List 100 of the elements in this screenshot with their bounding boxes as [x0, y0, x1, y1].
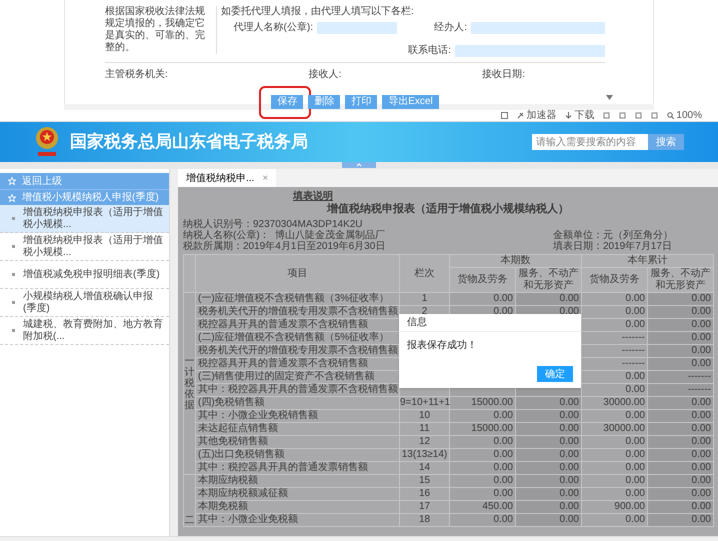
field-label: 代理人名称(公章): — [232, 20, 313, 35]
window-icon[interactable] — [501, 112, 508, 119]
dialog-title: 信息 — [399, 314, 581, 332]
zoom-icon — [667, 112, 674, 119]
table-cell: 0.00 — [626, 371, 645, 382]
action-button[interactable]: 导出Excel — [382, 95, 439, 109]
info-text: 纳税人识别号：92370304MA3DP14K2U — [183, 219, 363, 230]
info-text: 纳税人名称(公章)： 博山八陡金茂金属制品厂 — [183, 230, 386, 241]
table-cell: 税务机关代开的增值税专用发票不含税销售额 — [196, 306, 400, 318]
input-field[interactable] — [317, 22, 397, 34]
toolbar-button[interactable]: 100% — [667, 110, 702, 122]
table-cell: 0.00 — [626, 436, 645, 447]
table-cell: 0.00 — [626, 410, 645, 421]
table-cell: 0.00 — [494, 436, 513, 447]
table-cell: 0.00 — [692, 514, 711, 525]
table-cell: 其中：税控器具开具的普通发票销售额 — [196, 462, 400, 474]
search-button[interactable]: 搜索 — [648, 134, 684, 150]
column-header: 服务、不动产和无形资产 — [516, 268, 582, 292]
table-cell: 0.00 — [692, 462, 711, 473]
table-cell: 30000.00 — [603, 397, 645, 408]
sidebar-item[interactable]: 小规模纳税人增值税确认申报(季度) — [0, 289, 169, 317]
table-cell: 0.00 — [494, 475, 513, 486]
table-cell: 14 — [418, 462, 430, 473]
column-header: 服务、不动产和无形资产 — [648, 268, 714, 292]
search-field[interactable]: 请输入需要搜索的内容 — [532, 134, 648, 150]
table-cell: ------- — [688, 384, 711, 395]
sidebar-item[interactable]: 增值税纳税申报表（适用于增值税小规模... — [0, 205, 169, 233]
table-cell: 其中：小微企业免税销售额 — [196, 410, 400, 422]
field-label: 主管税务机关: — [105, 68, 168, 82]
input-field[interactable] — [455, 44, 605, 56]
field-label: 联系电话: — [407, 44, 451, 58]
toolbar-button[interactable]: 下载 — [565, 110, 594, 122]
confirm-button[interactable]: 确定 — [537, 366, 573, 382]
bullet-icon — [12, 245, 15, 248]
table-cell: 12 — [418, 436, 430, 447]
table-cell: (三)销售使用过的固定资产不含税销售额 — [196, 370, 400, 384]
table-cell: 0.00 — [560, 436, 579, 447]
table-cell: (五)出口免税销售额 — [196, 448, 400, 462]
instructions-link[interactable]: 填表说明 — [293, 191, 713, 203]
star-icon — [8, 177, 16, 185]
collapse-tab-icon[interactable] — [342, 162, 376, 168]
table-cell: 0.00 — [692, 293, 711, 304]
scroll-down-icon[interactable] — [606, 95, 612, 100]
back-link[interactable]: 返回上级 — [0, 173, 169, 189]
table-cell: 0.00 — [692, 423, 711, 434]
bullet-icon — [12, 329, 15, 332]
table-cell: 0.00 — [692, 501, 711, 512]
action-button[interactable]: 保存 — [271, 95, 304, 109]
table-cell: 15 — [418, 475, 430, 486]
bullet-icon — [12, 217, 15, 220]
table-cell: 0.00 — [560, 423, 579, 434]
star-icon — [8, 194, 16, 202]
table-cell: 0.00 — [692, 488, 711, 499]
column-header: 本年累计 — [582, 254, 714, 268]
action-button[interactable]: 删除 — [308, 95, 340, 109]
table-cell: 其中：小微企业免税额 — [196, 514, 400, 526]
table-cell: 2 — [422, 306, 428, 317]
table-cell: 0.00 — [494, 514, 513, 525]
table-cell: 900.00 — [614, 501, 645, 512]
tab[interactable]: 增值税纳税申... × — [178, 169, 276, 187]
table-cell: 0.00 — [692, 449, 711, 460]
site-title: 国家税务总局山东省电子税务局 — [70, 131, 308, 154]
table-cell: 0.00 — [560, 462, 579, 473]
table-cell: 0.00 — [626, 462, 645, 473]
table-cell: 0.00 — [626, 488, 645, 499]
toolbar-button[interactable]: 加速器 — [517, 110, 556, 122]
table-cell: 其中：税控器具开具的普通发票不含税销售额 — [196, 384, 400, 396]
report-title: 增值税纳税申报表（适用于增值税小规模纳税人） — [327, 203, 569, 216]
column-header: 栏次 — [400, 254, 450, 292]
table-cell: 税务机关代开的增值税专用发票不含税销售额 — [196, 344, 400, 358]
table-cell: 未达起征点销售额 — [196, 422, 400, 436]
table-cell: 0.00 — [560, 475, 579, 486]
info-text: 税款所属期：2019年4月1日至2019年6月30日 — [183, 241, 386, 252]
table-cell: 18 — [418, 514, 430, 525]
table-cell: 0.00 — [494, 488, 513, 499]
table-cell: (二)应征增值税不含税销售额（5%征收率） — [196, 332, 400, 344]
section-label: 二 — [184, 515, 194, 526]
bullet-icon — [12, 273, 15, 276]
table-cell: ------- — [622, 332, 645, 343]
table-cell: 15000.00 — [471, 423, 513, 434]
table-cell: (四)免税销售额 — [196, 396, 400, 410]
table-cell: 450.00 — [482, 501, 513, 512]
sidebar-section-header[interactable]: 增值税小规模纳税人申报(季度) — [0, 189, 169, 205]
sidebar-item[interactable]: 增值税纳税申报表（适用于增值税小规模... — [0, 233, 169, 261]
download-icon — [565, 112, 572, 119]
table-cell: 0.00 — [494, 449, 513, 460]
table-cell: 本期免税额 — [196, 500, 400, 514]
table-cell: 13(13≥14) — [402, 449, 448, 460]
agent-heading: 如委托代理人填报，由代理人填写以下各栏: — [221, 6, 415, 18]
input-field[interactable] — [471, 22, 605, 34]
bullet-icon — [12, 301, 15, 304]
table-cell: 0.00 — [692, 332, 711, 343]
table-cell: 0.00 — [626, 475, 645, 486]
close-button[interactable]: × — [262, 170, 268, 186]
table-cell: 0.00 — [494, 306, 513, 317]
table-cell: 0.00 — [626, 514, 645, 525]
sidebar-item[interactable]: 城建税、教育费附加、地方教育附加税(... — [0, 317, 169, 345]
action-button[interactable]: 打印 — [345, 95, 378, 109]
table-cell: (一)应征增值税不含税销售额（3%征收率） — [196, 292, 400, 306]
table-cell: 0.00 — [560, 514, 579, 525]
